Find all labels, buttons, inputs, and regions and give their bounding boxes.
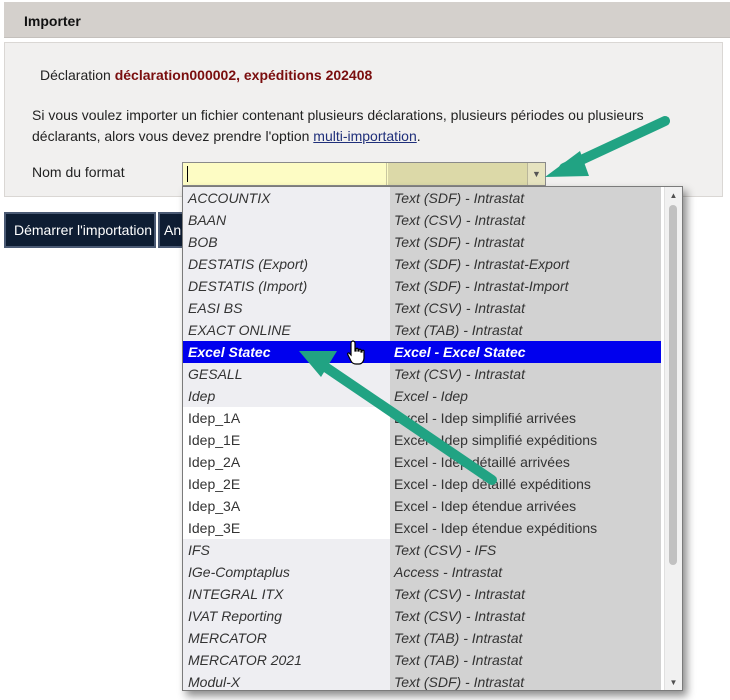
option-format-name: DESTATIS (Export) [183,253,390,275]
option-format-type: Text (SDF) - Intrastat [390,671,661,690]
option-format-type: Text (SDF) - Intrastat-Import [390,275,661,297]
option-format-type: Text (TAB) - Intrastat [390,319,661,341]
hand-pointer-icon [347,340,365,365]
dropdown-option[interactable]: Idep_3E Excel - Idep étendue expéditions [183,517,661,539]
option-format-type: Excel - Excel Statec [390,341,661,363]
format-select[interactable]: ▼ [182,162,546,186]
dropdown-option[interactable]: MERCATOR 2021 Text (TAB) - Intrastat [183,649,661,671]
declaration-label: Déclaration [40,67,115,83]
dropdown-option[interactable]: EASI BS Text (CSV) - Intrastat [183,297,661,319]
option-format-name: ACCOUNTIX [183,187,390,209]
declaration-line: Déclaration déclaration000002, expéditio… [40,67,372,83]
dropdown-option[interactable]: MERCATOR Text (TAB) - Intrastat [183,627,661,649]
option-format-type: Text (CSV) - IFS [390,539,661,561]
scrollbar-thumb[interactable] [669,205,677,565]
triangle-up-icon[interactable]: ▲ [665,187,682,203]
dropdown-option-selected[interactable]: Excel Statec Excel - Excel Statec [183,341,661,363]
option-format-type: Text (CSV) - Intrastat [390,583,661,605]
option-format-type: Text (CSV) - Intrastat [390,363,661,385]
option-format-name: DESTATIS (Import) [183,275,390,297]
option-format-type: Excel - Idep étendue expéditions [390,517,661,539]
option-format-name: INTEGRAL ITX [183,583,390,605]
triangle-down-icon[interactable]: ▼ [665,674,682,690]
option-format-name: MERCATOR [183,627,390,649]
option-format-name: IFS [183,539,390,561]
option-format-name: Idep_2A [183,451,390,473]
option-format-type: Text (CSV) - Intrastat [390,297,661,319]
multi-import-link[interactable]: multi-importation [313,128,416,144]
dropdown-option[interactable]: INTEGRAL ITX Text (CSV) - Intrastat [183,583,661,605]
option-format-type: Excel - Idep simplifié expéditions [390,429,661,451]
format-dropdown-list[interactable]: ACCOUNTIX Text (SDF) - Intrastat BAAN Text … [182,186,683,691]
dropdown-option[interactable]: EXACT ONLINE Text (TAB) - Intrastat [183,319,661,341]
option-format-type: Text (SDF) - Intrastat [390,231,661,253]
declaration-value: déclaration000002, expéditions 202408 [114,67,373,83]
dropdown-option[interactable]: Idep_2E Excel - Idep détaillé expéditions [183,473,661,495]
option-format-type: Text (TAB) - Intrastat [390,649,661,671]
option-format-name: Idep_3E [183,517,390,539]
option-format-name: Idep_2E [183,473,390,495]
option-format-type: Text (SDF) - Intrastat-Export [390,253,661,275]
option-format-type: Excel - Idep étendue arrivées [390,495,661,517]
header-title: Importer [24,13,81,29]
dropdown-option[interactable]: GESALL Text (CSV) - Intrastat [183,363,661,385]
option-format-name: Idep_1A [183,407,390,429]
format-name-label: Nom du format [32,164,125,180]
option-format-name: Idep [183,385,390,407]
option-format-name: BOB [183,231,390,253]
dropdown-scrollbar[interactable]: ▲ ▼ [664,187,682,690]
dropdown-option[interactable]: IVAT Reporting Text (CSV) - Intrastat [183,605,661,627]
dropdown-option[interactable]: DESTATIS (Import) Text (SDF) - Intrastat-… [183,275,661,297]
start-import-button[interactable]: Démarrer l'importation [4,212,156,248]
text-cursor [187,166,188,182]
format-select-type-field[interactable] [388,163,527,185]
option-format-type: Text (CSV) - Intrastat [390,605,661,627]
dropdown-option[interactable]: ACCOUNTIX Text (SDF) - Intrastat [183,187,661,209]
dropdown-option[interactable]: Idep_3A Excel - Idep étendue arrivées [183,495,661,517]
option-format-name: EASI BS [183,297,390,319]
option-format-name: Modul-X [183,671,390,690]
dropdown-option[interactable]: BAAN Text (CSV) - Intrastat [183,209,661,231]
dropdown-option[interactable]: IGe-Comptaplus Access - Intrastat [183,561,661,583]
option-format-type: Excel - Idep détaillé arrivées [390,451,661,473]
dropdown-option[interactable]: Idep_1A Excel - Idep simplifié arrivées [183,407,661,429]
option-format-type: Text (SDF) - Intrastat [390,187,661,209]
importer-header: Importer [4,2,730,38]
dropdown-option[interactable]: BOB Text (SDF) - Intrastat [183,231,661,253]
option-format-name: GESALL [183,363,390,385]
option-format-name: Idep_3A [183,495,390,517]
option-format-name: IVAT Reporting [183,605,390,627]
option-format-type: Text (TAB) - Intrastat [390,627,661,649]
option-format-type: Excel - Idep simplifié arrivées [390,407,661,429]
dropdown-option[interactable]: DESTATIS (Export) Text (SDF) - Intrastat-… [183,253,661,275]
option-format-name: BAAN [183,209,390,231]
format-select-name-field[interactable] [183,163,387,185]
option-format-name: IGe-Comptaplus [183,561,390,583]
option-format-type: Access - Intrastat [390,561,661,583]
option-format-name: MERCATOR 2021 [183,649,390,671]
option-format-name: EXACT ONLINE [183,319,390,341]
dropdown-option[interactable]: Idep_1E Excel - Idep simplifié expédition… [183,429,661,451]
dropdown-option[interactable]: IFS Text (CSV) - IFS [183,539,661,561]
option-format-type: Text (CSV) - Intrastat [390,209,661,231]
option-format-type: Excel - Idep détaillé expéditions [390,473,661,495]
option-format-type: Excel - Idep [390,385,661,407]
dropdown-option[interactable]: Idep Excel - Idep [183,385,661,407]
chevron-down-icon[interactable]: ▼ [527,163,545,185]
info-text: Si vous voulez importer un fichier conte… [32,105,652,147]
option-format-name: Idep_1E [183,429,390,451]
info-text-end: . [416,128,421,144]
dropdown-option[interactable]: Modul-X Text (SDF) - Intrastat [183,671,661,690]
dropdown-option[interactable]: Idep_2A Excel - Idep détaillé arrivées [183,451,661,473]
